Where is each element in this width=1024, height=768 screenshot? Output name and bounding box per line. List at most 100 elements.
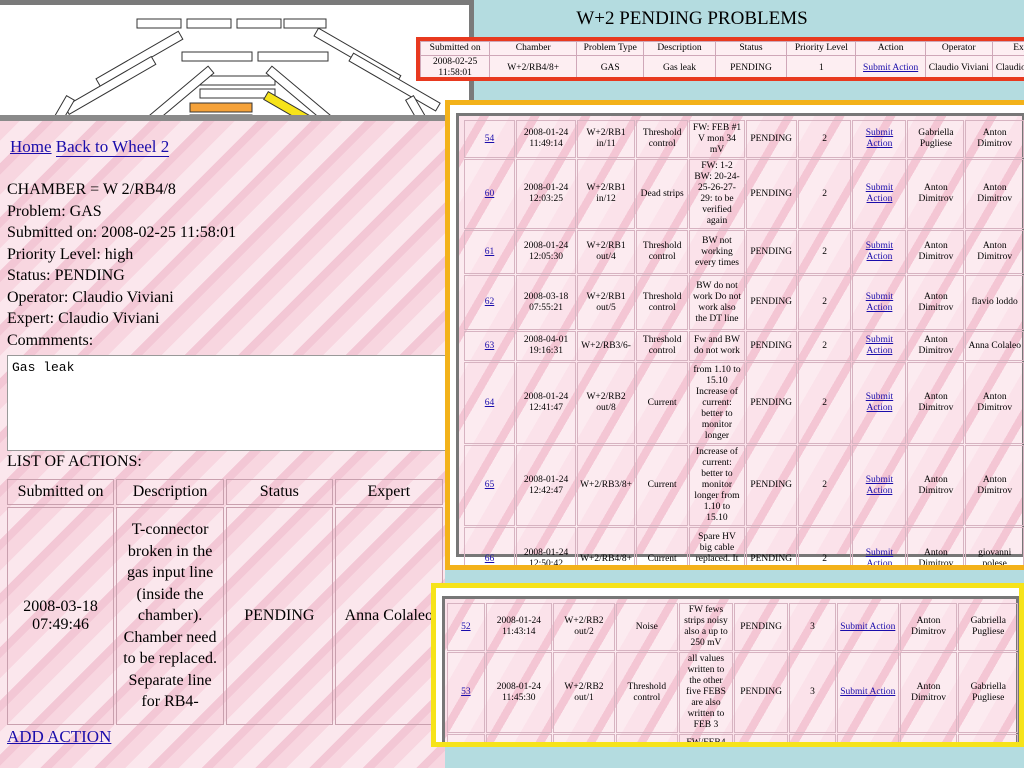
problem-info: CHAMBER = W 2/RB4/8 Problem: GAS Submitt…: [7, 179, 236, 351]
table-row: 52 2008-01-24 11:43:14 W+2/RB2 out/2 Noise F…: [447, 603, 1018, 651]
submit-action-link[interactable]: Submit Action: [866, 292, 893, 313]
cell-id: 52: [447, 603, 485, 651]
table-row: 2008-03-18 07:49:46 T-connector broken i…: [7, 507, 443, 725]
slide-title: W+2 PENDING PROBLEMS: [576, 8, 808, 29]
table-row: 53 2008-01-24 11:45:30 W+2/RB2 out/1 Thresh…: [447, 652, 1018, 733]
col-description: Description: [116, 479, 225, 505]
cell-submitted: 2008-01-24 11:49:14: [516, 120, 577, 158]
cell-chamber: W+2/RB2 out/8: [577, 362, 635, 444]
cell-priority: 3: [789, 652, 836, 733]
col-description: Description: [643, 41, 716, 56]
problem-id-link[interactable]: 64: [485, 398, 495, 408]
submit-action-link[interactable]: Submit Action: [866, 241, 893, 262]
problem-id-link[interactable]: 61: [485, 247, 495, 257]
submit-action-link[interactable]: Submit Action: [863, 63, 918, 73]
cell-action: Submit Action: [852, 120, 907, 158]
cell-submitted: 2008-01-24 12:03:25: [516, 159, 577, 229]
cell-operator: Anton Dimitrov: [907, 445, 965, 526]
priority-3-problems: 52 2008-01-24 11:43:14 W+2/RB2 out/2 Noise F…: [431, 583, 1024, 747]
cell-expert: Gabriella Pugliese: [958, 652, 1018, 733]
wheel-chambers-svg: [45, 18, 441, 122]
highlighted-chamber: [189, 102, 253, 113]
table-row: 64 2008-01-24 12:41:47 W+2/RB2 out/8 Curren…: [464, 362, 1024, 444]
col-problem-type: Problem Type: [576, 41, 645, 56]
cell-type: OTHER: [615, 734, 678, 742]
cell-chamber: W+2/RB3/8+: [577, 445, 635, 526]
cell-expert: Anton Dimitrov: [965, 362, 1024, 444]
cell-type: Current: [635, 527, 689, 565]
problem-id-link[interactable]: 62: [485, 297, 495, 307]
problem-id-link[interactable]: 52: [461, 622, 471, 632]
cell-expert: giovanni polese: [965, 527, 1024, 565]
cell-expert: Anna Colaleo: [334, 507, 443, 725]
cell-description: BW do not work Do not work also the DT l…: [689, 275, 745, 330]
cell-expert: Gabriella Pugliese: [958, 734, 1018, 742]
operator-line: Operator: Claudio Viviani: [7, 288, 174, 306]
cell-priority: 1: [786, 55, 857, 77]
cell-action: Submit Action: [852, 527, 907, 565]
cell-chamber: W+2/RB3/6-: [577, 331, 635, 361]
cell-type: Threshold control: [615, 652, 678, 733]
cell-operator: Anton Dimitrov: [907, 527, 965, 565]
submit-action-link[interactable]: Submit Action: [866, 475, 893, 496]
cell-chamber: W+2/RB4/8+: [577, 527, 635, 565]
cell-description: FW/FEB4 low noise at low: [678, 734, 734, 742]
cell-chamber: W+2/RB1 in/12: [577, 159, 635, 229]
cell-operator: Anton Dimitrov: [907, 362, 965, 444]
cell-id: 62: [464, 275, 516, 330]
cell-status: PENDING: [745, 159, 797, 229]
nav-links: Home Back to Wheel 2: [10, 137, 170, 157]
cell-id: 54: [464, 120, 516, 158]
col-submitted: Submitted on: [7, 479, 115, 505]
cell-action: Submit Action: [852, 230, 907, 274]
col-priority: Priority Level: [786, 41, 857, 56]
cell-type: Threshold control: [635, 230, 689, 274]
cell-description: Spare HV big cable replaced. It has to b…: [689, 527, 745, 565]
cell-chamber: W+2/RB4/8+: [489, 55, 578, 77]
cell-priority: 2: [797, 445, 852, 526]
cell-type: GAS: [576, 55, 645, 77]
cell-type: Threshold control: [635, 331, 689, 361]
cell-status: PENDING: [745, 120, 797, 158]
submit-action-link[interactable]: Submit Action: [866, 183, 893, 204]
problem-id-link[interactable]: 53: [461, 687, 471, 697]
problem-id-link[interactable]: 65: [485, 480, 495, 490]
submit-action-link[interactable]: Submit Action: [840, 687, 895, 697]
cell-priority: 2: [797, 120, 852, 158]
problem-id-link[interactable]: 63: [485, 341, 495, 351]
submit-action-link[interactable]: Submit Action: [840, 622, 895, 632]
cell-operator: Anton Dimitrov: [899, 652, 958, 733]
cell-description: Gas leak: [643, 55, 716, 77]
col-status: Status: [226, 479, 333, 505]
cell-chamber: W+2/RB1 out/5: [577, 275, 635, 330]
add-action-link[interactable]: ADD ACTION: [7, 727, 111, 747]
problem-id-link[interactable]: 54: [485, 134, 495, 144]
back-to-wheel-link[interactable]: Back to Wheel 2: [55, 137, 170, 157]
cell-priority: 2: [797, 230, 852, 274]
col-expert: Expert: [991, 41, 1024, 56]
cell-operator: Gabriella Pugliese: [907, 120, 965, 158]
cell-priority: 2: [797, 275, 852, 330]
cell-submitted: 2008-03-18 07:55:21: [516, 275, 577, 330]
home-link[interactable]: Home: [10, 137, 52, 156]
problem-id-link[interactable]: 60: [485, 189, 495, 199]
cell-status: PENDING: [714, 55, 788, 77]
cell-description: Increase of current: better to monitor l…: [689, 445, 745, 526]
cell-action: Submit Action: [836, 652, 899, 733]
cell-status: PENDING: [745, 362, 797, 444]
submit-action-link[interactable]: Submit Action: [866, 128, 893, 149]
table-header-row: Submitted on Chamber Problem Type Descri…: [420, 41, 1024, 56]
cell-submitted: 2008-01-24 12:42:47: [516, 445, 577, 526]
cell-chamber: W+2/RB1 out/3: [553, 734, 615, 742]
problem-id-link[interactable]: 66: [485, 554, 495, 564]
cell-submitted: 2008-04-01 19:16:31: [516, 331, 577, 361]
table-row: 65 2008-01-24 12:42:47 W+2/RB3/8+ Current In…: [464, 445, 1024, 526]
cell-operator: Anton Dimitrov: [907, 159, 965, 229]
submit-action-link[interactable]: Submit Action: [866, 548, 893, 565]
submit-action-link[interactable]: Submit Action: [866, 335, 893, 356]
table-row: 2008-02-25 11:58:01 W+2/RB4/8+ GAS Gas l…: [420, 55, 1024, 77]
comments-textarea[interactable]: Gas leak: [7, 355, 445, 451]
submit-action-link[interactable]: Submit Action: [866, 392, 893, 413]
priority-2-problems: 54 2008-01-24 11:49:14 W+2/RB1 in/11 Thresh…: [445, 100, 1024, 570]
cell-expert: Gabriella Pugliese: [958, 603, 1018, 651]
